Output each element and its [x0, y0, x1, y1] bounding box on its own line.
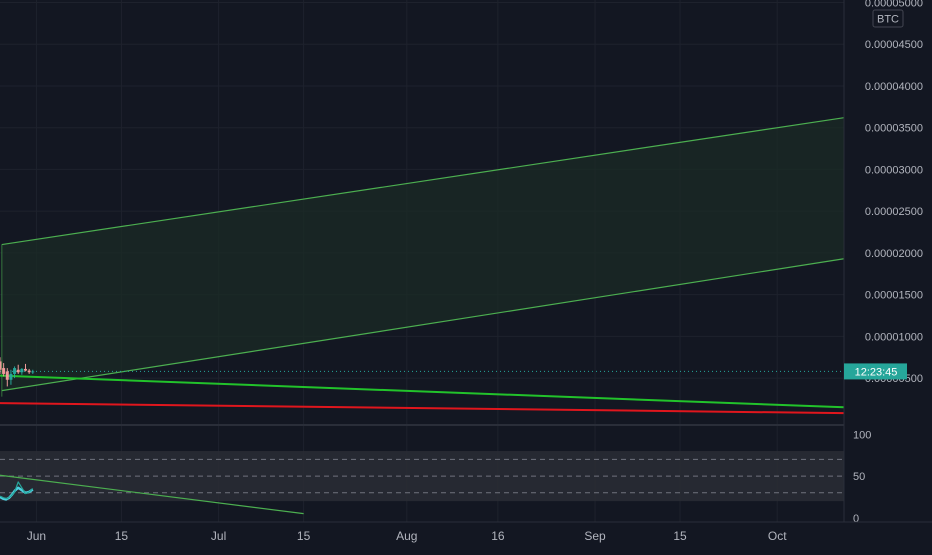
- price-tick-label: 0.00004000: [865, 81, 923, 93]
- candle-body: [0, 361, 2, 370]
- time-tick-label: Jun: [27, 529, 46, 543]
- time-tick-label: 16: [491, 529, 505, 543]
- time-tick-label: 15: [115, 529, 129, 543]
- time-axis-background: [0, 522, 932, 550]
- candle-body: [5, 371, 9, 380]
- price-tick-label: 0.00002000: [865, 248, 923, 260]
- price-tick-label: 0.00001500: [865, 290, 923, 302]
- candle-body: [2, 368, 6, 374]
- price-tick-label: 0.00001000: [865, 331, 923, 343]
- time-tick-label: Jul: [211, 529, 226, 543]
- trading-chart[interactable]: 0.00005000 0.00004500 0.00004000 0.00003500…: [0, 0, 932, 550]
- oscillator-tick-label: 50: [853, 471, 865, 483]
- candle-body: [9, 373, 13, 380]
- candle-body: [20, 368, 24, 373]
- time-tick-label: Oct: [768, 529, 787, 543]
- candle-body: [27, 370, 31, 373]
- time-tick-label: Aug: [396, 529, 417, 543]
- countdown-label: 12:23:45: [855, 366, 898, 378]
- price-tick-label: 0.00002500: [865, 206, 923, 218]
- red-trendline: [0, 402, 845, 415]
- price-tick-label: 0.00004500: [865, 39, 923, 51]
- chart-root[interactable]: 0.00005000 0.00004500 0.00004000 0.00003500…: [0, 0, 932, 550]
- price-tick-label: 0.00003500: [865, 123, 923, 135]
- price-tick-label: 0.00003000: [865, 164, 923, 176]
- oscillator-tick-label: 100: [853, 429, 871, 441]
- green-trendline: [0, 374, 845, 409]
- candle-body: [13, 368, 17, 374]
- price-tick-label: 0.00005000: [865, 0, 923, 10]
- time-tick-label: 15: [673, 529, 687, 543]
- candle-body: [24, 368, 28, 371]
- currency-label: BTC: [877, 14, 899, 26]
- time-tick-label: 15: [297, 529, 311, 543]
- candle-body: [16, 369, 20, 373]
- candle-body: [31, 371, 35, 373]
- time-tick-label: Sep: [584, 529, 606, 543]
- channel-fill: [1, 117, 844, 391]
